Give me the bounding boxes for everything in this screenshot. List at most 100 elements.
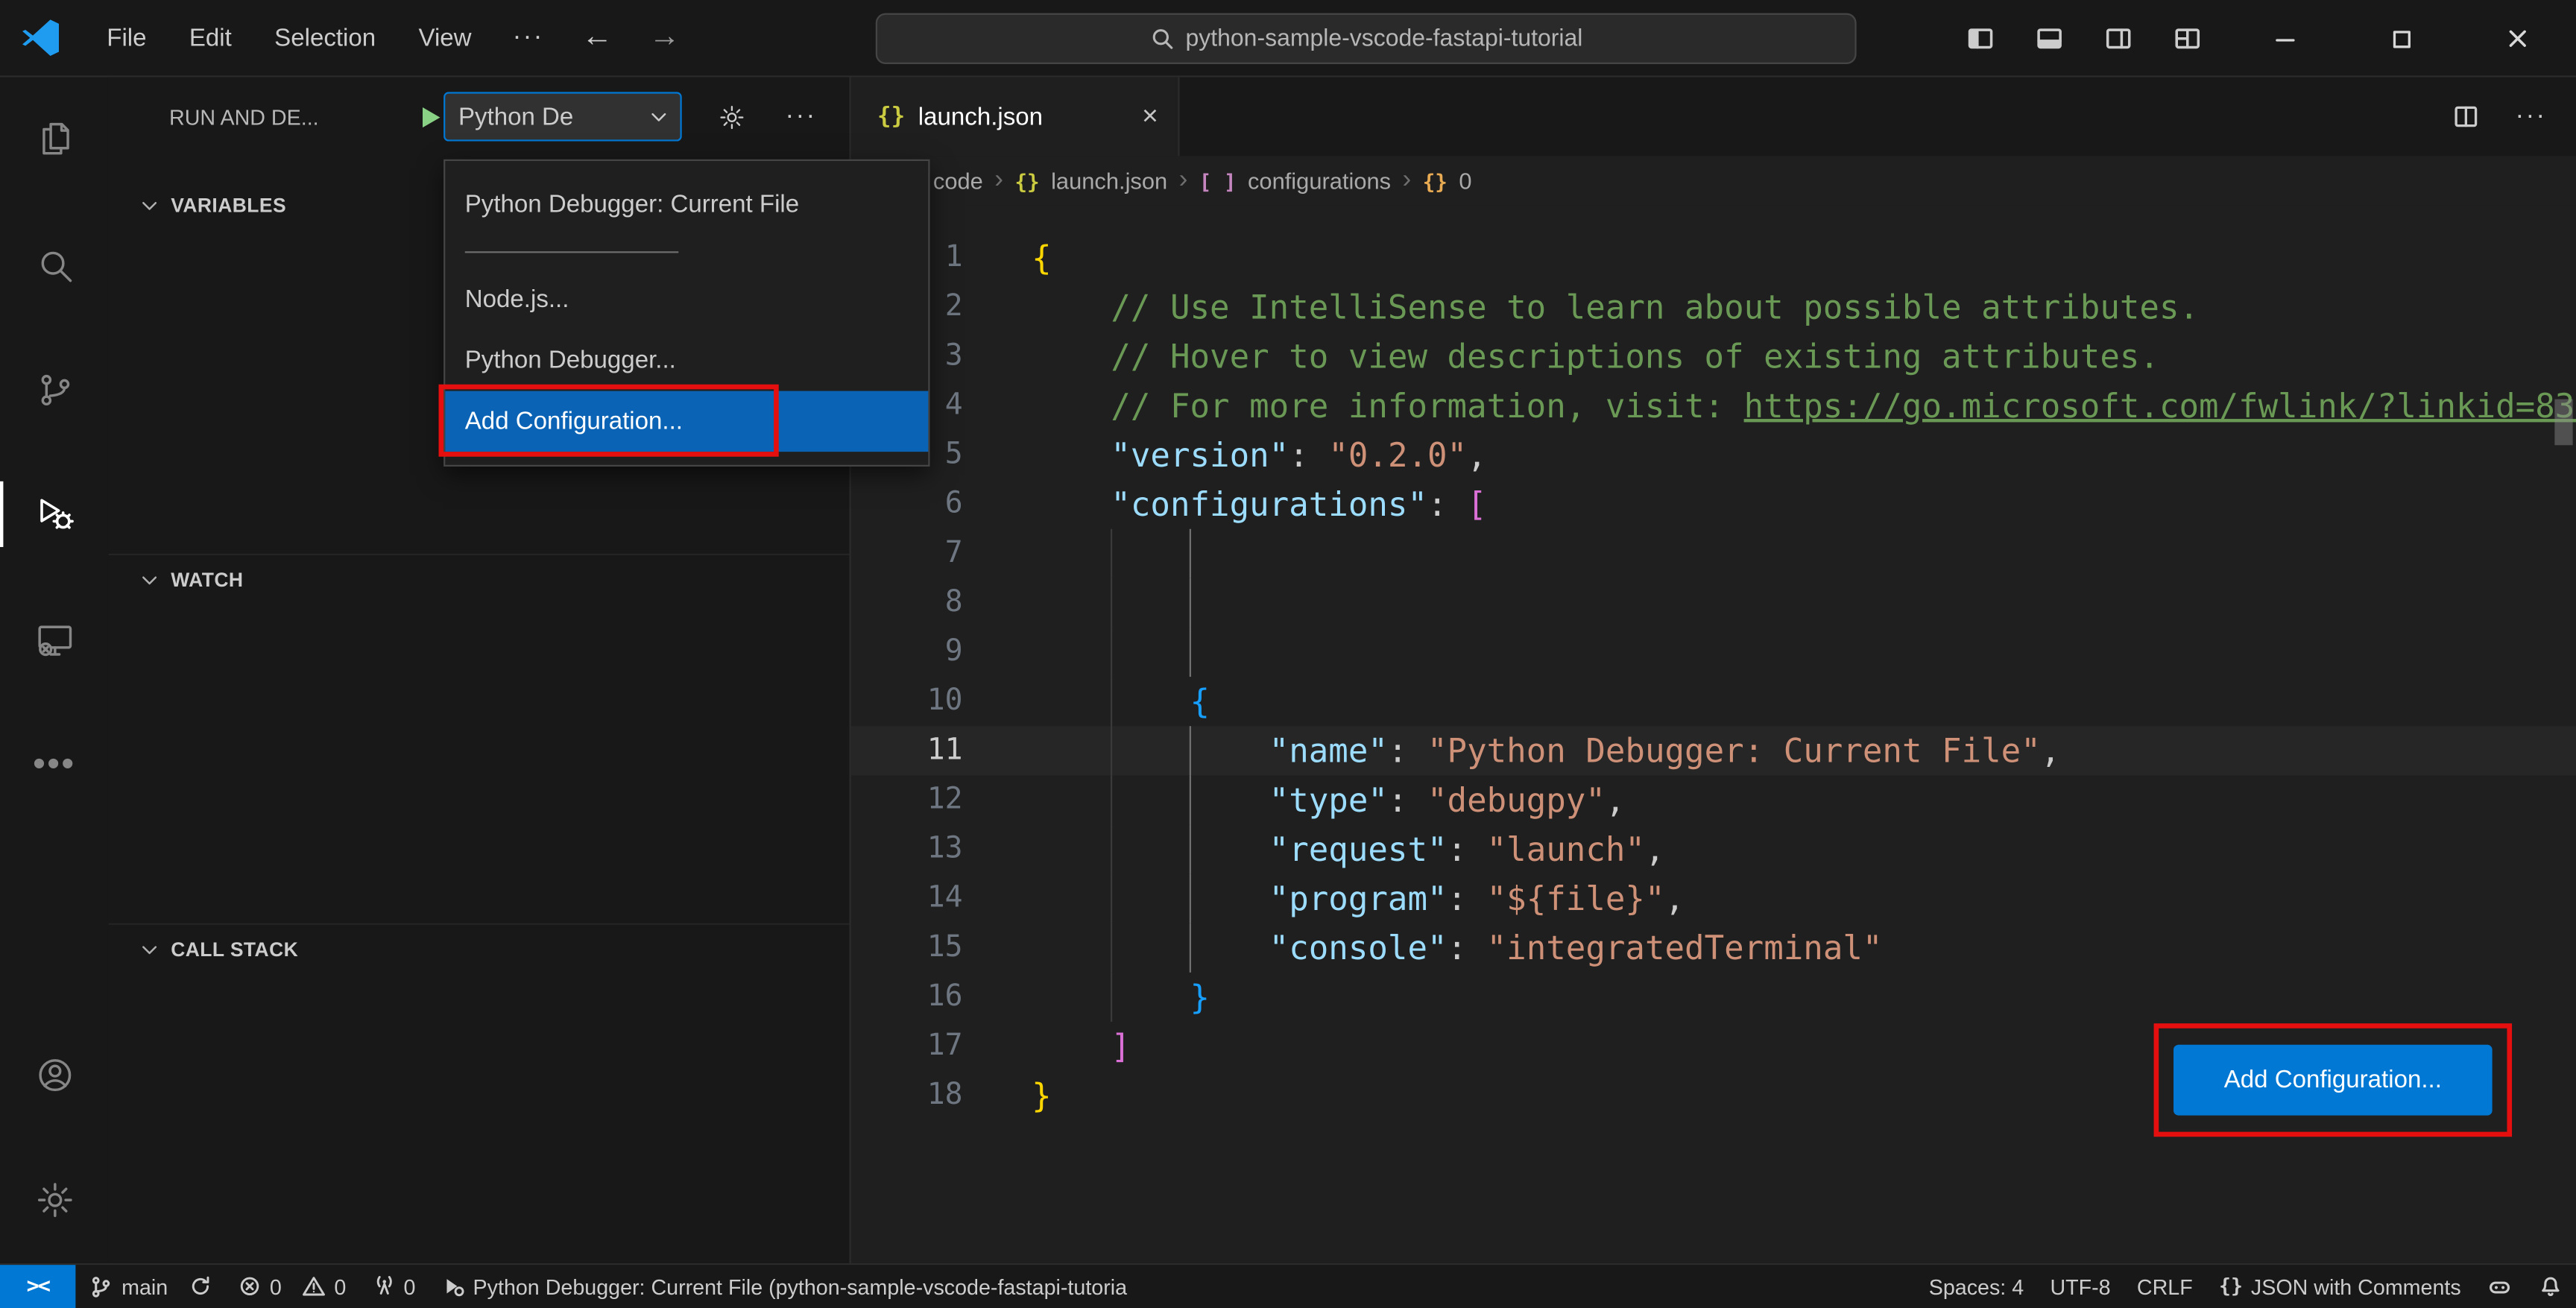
code-line[interactable]: 9 [851, 627, 2576, 677]
nav-forward-button[interactable]: → [631, 16, 698, 59]
debug-views-more-button[interactable]: ··· [786, 102, 817, 132]
toggle-sidebar-button[interactable] [1945, 0, 2015, 78]
line-number[interactable]: 16 [851, 973, 963, 1022]
open-launch-json-button[interactable] [718, 103, 745, 130]
chevron-down-icon [142, 945, 157, 954]
dropdown-item-python-debugger[interactable]: Python Debugger... [445, 330, 928, 391]
code-line[interactable]: 2 // Use IntelliSense to learn about pos… [851, 282, 2576, 332]
breadcrumb-symbol-configurations[interactable]: configurations [1248, 168, 1391, 194]
code-line[interactable]: 11 "name": "Python Debugger: Current Fil… [851, 726, 2576, 776]
activity-more[interactable]: ••• [0, 701, 108, 827]
line-number[interactable]: 15 [851, 923, 963, 973]
add-configuration-button[interactable]: Add Configuration... [2174, 1044, 2493, 1116]
debug-configuration-select[interactable]: Python De [443, 92, 682, 142]
code-line[interactable]: 16 } [851, 972, 2576, 1022]
maximize-button[interactable] [2343, 0, 2459, 78]
indent-guide [1111, 726, 1113, 776]
close-tab-icon[interactable]: × [1142, 100, 1158, 133]
window-controls [2226, 0, 2576, 78]
code-line[interactable]: 1{ [851, 233, 2576, 282]
activity-search[interactable] [0, 202, 108, 327]
activity-settings[interactable] [0, 1137, 108, 1263]
breadcrumb-folder[interactable]: code [933, 168, 983, 194]
error-icon [241, 1277, 259, 1296]
activity-source-control[interactable] [0, 327, 108, 452]
line-text: { [1190, 681, 1210, 721]
code-line[interactable]: 13 "request": "launch", [851, 824, 2576, 874]
chevron-down-icon [142, 201, 157, 210]
code-line[interactable]: 15 "console": "integratedTerminal" [851, 923, 2576, 973]
line-number[interactable]: 17 [851, 1022, 963, 1071]
indent-guide [1111, 528, 1113, 578]
command-center-search[interactable]: python-sample-vscode-fastapi-tutorial [875, 13, 1857, 64]
menu-view[interactable]: View [397, 14, 493, 62]
breadcrumb-file[interactable]: launch.json [1051, 168, 1167, 194]
start-debugging-button[interactable] [416, 103, 443, 130]
code-line[interactable]: 6 "configurations": [ [851, 480, 2576, 529]
tab-launch-json[interactable]: {} launch.json × [850, 77, 1180, 157]
line-number[interactable]: 8 [851, 578, 963, 628]
editor-more-button[interactable]: ··· [2516, 102, 2547, 132]
menu-selection[interactable]: Selection [253, 14, 397, 62]
activity-run-and-debug[interactable] [0, 452, 108, 577]
breadcrumb-symbol-0[interactable]: 0 [1459, 168, 1471, 194]
nav-back-button[interactable]: ← [564, 16, 631, 59]
indent-guide [1190, 627, 1192, 677]
indentation-indicator[interactable]: Spaces: 4 [1916, 1264, 2037, 1308]
line-number[interactable]: 12 [851, 775, 963, 824]
section-watch[interactable]: WATCH [108, 553, 850, 603]
dropdown-item-current-file[interactable]: Python Debugger: Current File [445, 174, 928, 236]
line-number[interactable]: 11 [851, 726, 963, 775]
line-text: "request": "launch", [1269, 830, 1665, 869]
line-number[interactable]: 18 [851, 1071, 963, 1120]
activity-explorer[interactable] [0, 78, 108, 203]
ellipsis-icon: ••• [32, 742, 76, 784]
minimize-button[interactable] [2226, 0, 2343, 78]
dropdown-item-add-configuration[interactable]: Add Configuration... [445, 391, 929, 452]
ports-indicator[interactable]: 0 [359, 1264, 429, 1308]
debug-status[interactable]: Python Debugger: Current File (python-sa… [429, 1264, 1140, 1308]
line-text: "console": "integratedTerminal" [1269, 928, 1883, 968]
activity-remote-explorer[interactable] [0, 577, 108, 702]
toggle-panel-button[interactable] [2014, 0, 2083, 78]
gear-icon [37, 1183, 72, 1217]
line-number[interactable]: 14 [851, 874, 963, 923]
problems-indicator[interactable]: 0 0 [225, 1264, 359, 1308]
maximize-icon [2392, 30, 2410, 48]
copilot-indicator[interactable] [2474, 1264, 2525, 1308]
menu-more-button[interactable]: ··· [493, 13, 564, 63]
code-line[interactable]: 8 [851, 578, 2576, 628]
line-number[interactable]: 7 [851, 529, 963, 578]
notifications-indicator[interactable] [2525, 1264, 2576, 1308]
editor-scrollbar[interactable] [2554, 399, 2573, 446]
code-line[interactable]: 7 [851, 528, 2576, 578]
section-call-stack[interactable]: CALL STACK [108, 923, 850, 973]
remote-indicator[interactable]: >< [0, 1264, 76, 1308]
code-line[interactable]: 5 "version": "0.2.0", [851, 430, 2576, 479]
branch-indicator[interactable]: main [75, 1264, 225, 1308]
split-editor-icon[interactable] [2453, 104, 2479, 130]
code-line[interactable]: 12 "type": "debugpy", [851, 775, 2576, 825]
close-window-button[interactable] [2460, 0, 2576, 78]
code-line[interactable]: 3 // Hover to view descriptions of exist… [851, 332, 2576, 381]
menu-edit[interactable]: Edit [168, 14, 253, 62]
toggle-secondary-sidebar-button[interactable] [2083, 0, 2153, 78]
dropdown-item-nodejs[interactable]: Node.js... [445, 269, 928, 330]
line-number[interactable]: 13 [851, 824, 963, 873]
code-line[interactable]: 4 // For more information, visit: https:… [851, 381, 2576, 430]
menu-file[interactable]: File [86, 14, 168, 62]
language-mode-indicator[interactable]: {} JSON with Comments [2206, 1264, 2474, 1308]
encoding-indicator[interactable]: UTF-8 [2037, 1264, 2124, 1308]
customize-layout-button[interactable] [2152, 0, 2221, 78]
line-number[interactable]: 9 [851, 628, 963, 677]
call-stack-panel-body [108, 973, 849, 1263]
activity-accounts[interactable] [0, 1013, 108, 1138]
line-number[interactable]: 6 [851, 480, 963, 529]
breadcrumbs: code › {} launch.json › [ ] configuratio… [850, 156, 2576, 206]
status-bar: >< main 0 0 0 Python Debugger: Current F… [0, 1262, 2576, 1308]
line-text: // Use IntelliSense to learn about possi… [1111, 287, 2200, 327]
code-line[interactable]: 10 { [851, 677, 2576, 727]
code-line[interactable]: 14 "program": "${file}", [851, 873, 2576, 923]
line-number[interactable]: 10 [851, 677, 963, 726]
eol-indicator[interactable]: CRLF [2124, 1264, 2206, 1308]
